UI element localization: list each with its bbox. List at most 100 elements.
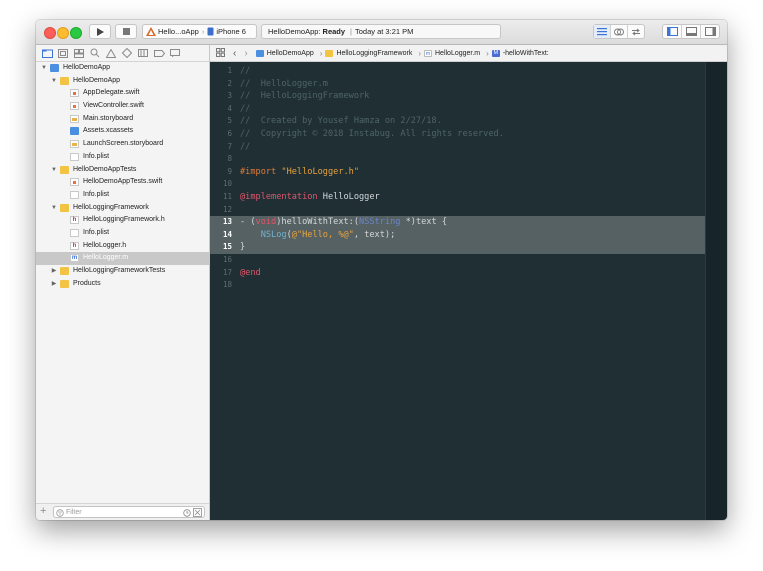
tree-item-label: Info.plist — [83, 190, 110, 198]
version-editor-button[interactable] — [628, 25, 644, 38]
tree-item-label: Main.storyboard — [83, 114, 134, 122]
report-nav-icon[interactable] — [167, 47, 183, 59]
project-icon — [50, 64, 59, 72]
minimap[interactable] — [705, 62, 727, 520]
tree-item[interactable]: ▼ HelloDemoAppTests — [36, 164, 209, 177]
navigator-toggle-button[interactable] — [663, 25, 682, 38]
tree-item[interactable]: Info.plist — [36, 151, 209, 164]
find-nav-icon[interactable] — [87, 47, 103, 59]
debug-toggle-button[interactable] — [682, 25, 701, 38]
code-line[interactable]: 5 // Created by Yousef Hamza on 2/27/18. — [210, 115, 705, 128]
forward-arrow-icon[interactable]: › — [244, 48, 247, 59]
assistant-editor-button[interactable] — [611, 25, 628, 38]
status-app: HelloDemoApp: — [268, 27, 321, 36]
folder-nav-icon[interactable] — [39, 47, 55, 59]
symbol-nav-icon[interactable] — [71, 47, 87, 59]
right-panel-icon — [704, 27, 716, 36]
crumb-file[interactable]: m HelloLogger.m — [424, 49, 480, 57]
stop-button[interactable] — [115, 24, 137, 39]
minimize-window-button[interactable] — [57, 27, 69, 39]
project-icon — [255, 49, 264, 57]
code-line[interactable]: 4 // — [210, 103, 705, 116]
crumb-method[interactable]: M -helloWithText: — [491, 49, 549, 57]
code-line[interactable]: 16 — [210, 254, 705, 267]
unsaved-files-icon[interactable] — [193, 508, 202, 517]
source-editor[interactable]: 1 // 2 // HelloLogger.m 3 // HelloLoggingFram… — [210, 62, 705, 520]
filter-input[interactable]: Filter — [53, 506, 205, 518]
storyboard-icon — [70, 114, 79, 123]
code-line[interactable]: 15} — [210, 241, 705, 254]
line-number: 9 — [227, 166, 232, 176]
line-number: 14 — [222, 229, 232, 239]
tree-item[interactable]: ViewController.swift — [36, 100, 209, 113]
code-text: // — [240, 103, 250, 116]
line-number: 3 — [227, 91, 232, 101]
code-line[interactable]: 8 — [210, 153, 705, 166]
tree-item[interactable]: Main.storyboard — [36, 113, 209, 126]
code-token: - ( — [240, 217, 256, 228]
code-line[interactable]: 7 // — [210, 141, 705, 154]
disclosure-collapsed-icon[interactable]: ▶ — [50, 265, 58, 278]
code-line[interactable]: 12 — [210, 204, 705, 217]
navigator-filter-bar: + Filter — [36, 503, 209, 520]
code-line[interactable]: 1 // — [210, 65, 705, 78]
source-control-nav-icon[interactable] — [55, 47, 71, 59]
zoom-window-button[interactable] — [70, 27, 82, 39]
tree-item[interactable]: ▼ HelloDemoApp — [36, 62, 209, 75]
disclosure-expanded-icon[interactable]: ▼ — [50, 75, 58, 88]
utilities-toggle-button[interactable] — [701, 25, 719, 38]
disclosure-expanded-icon[interactable]: ▼ — [50, 202, 58, 215]
tree-item[interactable]: h HelloLogger.h — [36, 240, 209, 253]
close-window-button[interactable] — [44, 27, 56, 39]
tree-item[interactable]: ▶ Products — [36, 278, 209, 291]
code-line[interactable]: 6 // Copyright © 2018 Instabug. All right… — [210, 128, 705, 141]
add-icon[interactable]: + — [40, 505, 46, 517]
code-token: HelloLogger — [317, 192, 380, 202]
disclosure-expanded-icon[interactable]: ▼ — [40, 62, 48, 75]
folder-icon — [60, 76, 69, 85]
code-line[interactable]: 11 @implementation HelloLogger — [210, 191, 705, 204]
code-line[interactable]: 13 - (void)helloWithText:(NSString *)text… — [210, 216, 705, 229]
recent-files-icon[interactable] — [183, 508, 191, 517]
tree-item[interactable]: LaunchScreen.storyboard — [36, 138, 209, 151]
code-text: // HelloLoggingFramework — [240, 90, 369, 103]
tree-item[interactable]: Info.plist — [36, 227, 209, 240]
crumb-project[interactable]: HelloDemoApp — [255, 49, 314, 57]
scheme-selector[interactable]: Hello...oApp › iPhone 6 — [142, 24, 257, 39]
tree-item[interactable]: Assets.xcassets — [36, 125, 209, 138]
tree-item[interactable]: HelloDemoAppTests.swift — [36, 176, 209, 189]
crumb-group[interactable]: HelloLoggingFramework — [325, 49, 413, 57]
tree-item[interactable]: h HelloLoggingFramework.h — [36, 214, 209, 227]
related-items-icon[interactable] — [216, 47, 225, 59]
back-arrow-icon[interactable]: ‹ — [233, 48, 236, 59]
code-line[interactable]: 17 @end — [210, 267, 705, 280]
tree-item[interactable]: m HelloLogger.m — [36, 252, 209, 265]
debug-nav-icon[interactable] — [135, 47, 151, 59]
tree-item-label: HelloLoggingFrameworkTests — [73, 267, 166, 274]
crumb-group-label: HelloLoggingFramework — [336, 49, 413, 57]
tree-item[interactable]: ▼ HelloDemoApp — [36, 75, 209, 88]
code-line[interactable]: 9 #import "HelloLogger.h" — [210, 166, 705, 179]
breakpoint-nav-icon[interactable] — [151, 47, 167, 59]
run-button[interactable] — [89, 24, 111, 39]
code-text: // — [240, 65, 250, 78]
code-token: NSString — [359, 217, 401, 228]
disclosure-collapsed-icon[interactable]: ▶ — [50, 278, 58, 291]
standard-editor-button[interactable] — [594, 25, 611, 38]
code-line[interactable]: 2 // HelloLogger.m — [210, 78, 705, 91]
code-token: } — [240, 242, 246, 253]
code-line[interactable]: 3 // HelloLoggingFramework — [210, 90, 705, 103]
code-line[interactable]: 18 — [210, 279, 705, 292]
code-text: // Copyright © 2018 Instabug. All rights… — [240, 128, 504, 141]
test-nav-icon[interactable] — [119, 47, 135, 59]
tree-item[interactable]: ▶ HelloLoggingFrameworkTests — [36, 265, 209, 278]
tree-item[interactable]: Info.plist — [36, 189, 209, 202]
disclosure-expanded-icon[interactable]: ▼ — [50, 164, 58, 177]
code-line[interactable]: 10 — [210, 178, 705, 191]
code-line[interactable]: 14 NSLog(@"Hello, %@", text); — [210, 228, 705, 242]
issue-nav-icon[interactable] — [103, 47, 119, 59]
tree-item-label: HelloDemoAppTests.swift — [83, 178, 163, 186]
tree-item[interactable]: AppDelegate.swift — [36, 87, 209, 100]
tree-item[interactable]: ▼ HelloLoggingFramework — [36, 202, 209, 215]
crumb-method-label: -helloWithText: — [502, 49, 549, 57]
